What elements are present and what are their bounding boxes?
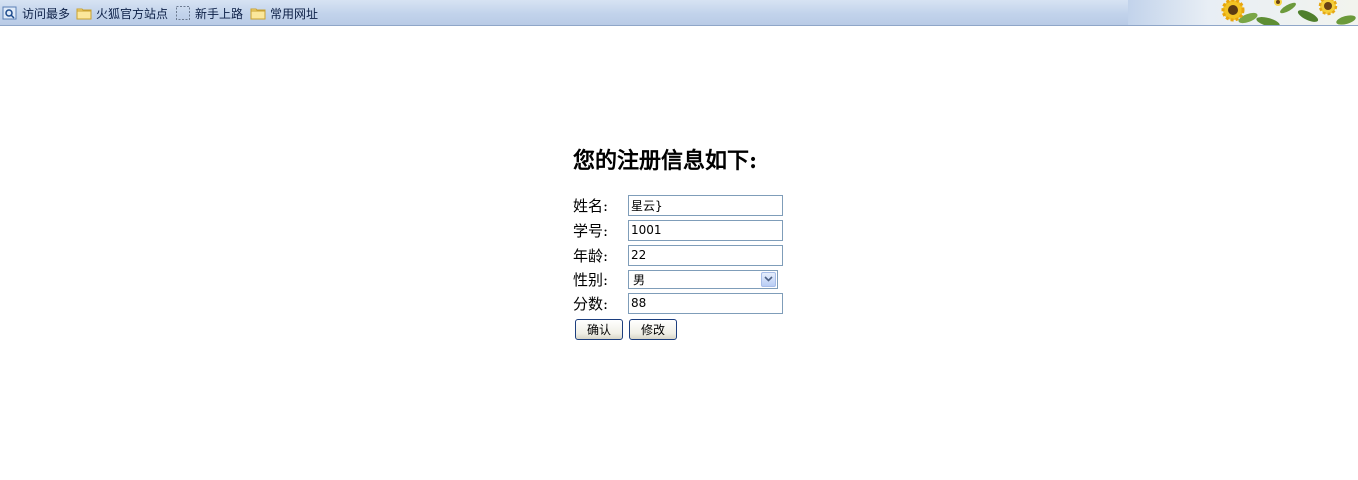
chevron-down-icon[interactable]	[761, 271, 776, 287]
dashed-page-icon	[175, 5, 191, 21]
gender-row: 性别: 男	[573, 268, 778, 290]
page-title: 您的注册信息如下:	[573, 148, 758, 174]
bookmark-label: 新手上路	[195, 6, 244, 21]
bookmark-label: 常用网址	[270, 6, 319, 21]
bookmark-firefox-official[interactable]: 火狐官方站点	[76, 4, 168, 22]
gender-select[interactable]: 男	[628, 269, 778, 289]
score-label: 分数:	[573, 294, 609, 313]
gender-label: 性别:	[573, 270, 609, 289]
score-row: 分数:	[573, 292, 783, 314]
age-row: 年龄:	[573, 244, 783, 266]
score-input[interactable]	[628, 292, 783, 314]
student-id-input[interactable]	[628, 219, 783, 241]
bookmark-getting-started[interactable]: 新手上路	[175, 4, 243, 22]
age-label: 年龄:	[573, 246, 609, 265]
name-row: 姓名:	[573, 194, 783, 216]
student-id-row: 学号:	[573, 219, 783, 241]
student-id-label: 学号:	[573, 221, 609, 240]
bookmarks-toolbar: 访问最多 火狐官方站点 新手上路 常用网址	[0, 0, 1358, 26]
bookmark-label: 访问最多	[22, 6, 71, 21]
folder-icon	[76, 5, 92, 21]
search-page-icon	[2, 5, 18, 21]
confirm-button[interactable]: 确认	[575, 319, 623, 340]
folder-icon	[250, 5, 266, 21]
bookmark-label: 火狐官方站点	[96, 6, 169, 21]
bookmark-common-sites[interactable]: 常用网址	[250, 4, 318, 22]
name-input[interactable]	[628, 194, 783, 216]
gender-selected-value: 男	[633, 272, 646, 287]
bookmark-most-visited[interactable]: 访问最多	[2, 4, 70, 22]
name-label: 姓名:	[573, 196, 609, 215]
modify-button[interactable]: 修改	[629, 319, 677, 340]
sunflower-decoration	[1128, 0, 1358, 25]
age-input[interactable]	[628, 244, 783, 266]
